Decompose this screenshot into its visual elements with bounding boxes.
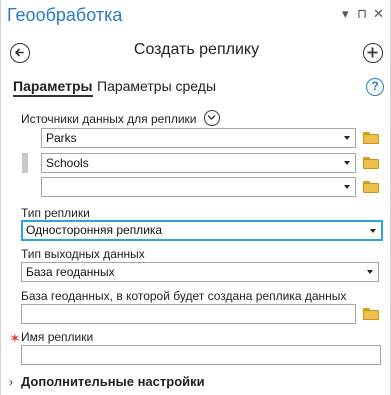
source-dataset-combo[interactable] [41,177,356,197]
browse-folder-icon[interactable] [363,157,379,169]
geoprocessing-pane: Геообработка ▾ ⊓ ✕ Создать реплику Парам… [0,0,391,395]
replica-type-label: Тип реплики [21,206,90,220]
additional-settings-label: Дополнительные настройки [21,374,205,389]
pane-options-icon[interactable]: ▾ [342,6,349,22]
tab-parameters[interactable]: Параметры [13,78,93,97]
required-icon: ✶ [9,330,21,346]
parameter-tabs: Параметры Параметры среды ? [1,76,391,100]
output-type-combo[interactable]: База геоданных [21,262,379,282]
geodatabase-label: База геоданных, в которой будет создана … [21,289,347,303]
browse-folder-icon[interactable] [363,308,379,320]
dropdown-arrow-icon [367,270,373,274]
pane-close-icon[interactable]: ✕ [373,6,384,22]
row-drag-handle[interactable] [22,153,28,173]
replica-name-label: Имя реплики [21,330,94,344]
browse-folder-icon[interactable] [363,181,379,193]
source-dataset-value: Parks [46,131,77,145]
geodatabase-input[interactable] [21,304,356,324]
dropdown-arrow-icon [344,161,350,165]
replica-type-combo[interactable]: Односторонняя реплика [21,220,383,241]
chevron-right-icon: › [9,375,13,389]
output-type-label: Тип выходных данных [21,247,145,261]
plus-icon [367,47,378,58]
source-dataset-value: Schools [46,156,89,170]
dropdown-arrow-icon [370,229,376,233]
output-type-value: База геоданных [26,265,115,279]
add-tool-button[interactable] [363,43,383,63]
dropdown-arrow-icon [344,185,350,189]
help-icon[interactable]: ? [366,78,384,96]
pane-title: Геообработка [7,5,123,25]
dropdown-arrow-icon [344,136,350,140]
pane-title-bar: Геообработка ▾ ⊓ ✕ [1,0,391,32]
tool-title: Создать реплику [133,41,260,58]
replica-type-value: Односторонняя реплика [26,223,163,237]
tool-header: Создать реплику [1,36,391,68]
chevron-down-icon [207,115,216,120]
additional-settings-section[interactable]: › Дополнительные настройки [1,372,391,392]
source-dataset-combo[interactable]: Schools [41,153,356,173]
tab-environments[interactable]: Параметры среды [97,78,216,94]
pane-dock-icon[interactable]: ⊓ [357,6,367,22]
browse-folder-icon[interactable] [363,132,379,144]
expand-sources-button[interactable] [204,110,220,126]
source-dataset-combo[interactable]: Parks [41,128,356,148]
sources-label: Источники данных для реплики [21,112,197,126]
replica-name-input[interactable] [21,345,381,365]
